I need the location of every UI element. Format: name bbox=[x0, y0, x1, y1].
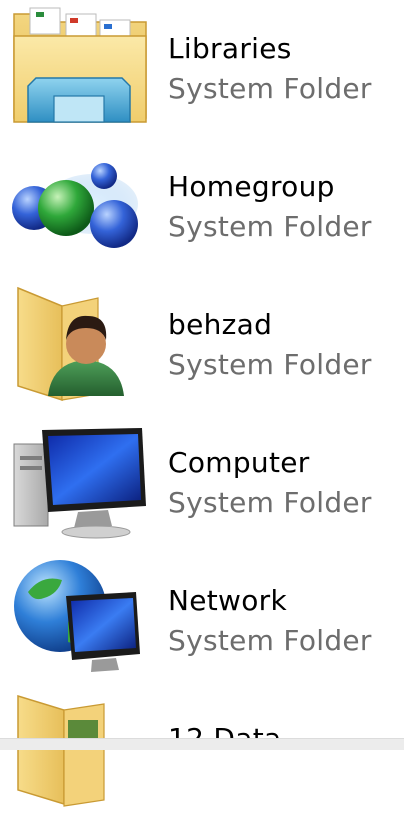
network-icon bbox=[8, 552, 156, 682]
item-name: Libraries bbox=[168, 32, 292, 65]
item-name: Computer bbox=[168, 446, 310, 479]
item-name: Homegroup bbox=[168, 170, 335, 203]
folder-list: Libraries System Folder Homegroup System… bbox=[0, 0, 404, 807]
item-type: System Folder bbox=[168, 624, 372, 657]
list-item-homegroup[interactable]: Homegroup System Folder bbox=[0, 138, 404, 276]
libraries-icon bbox=[8, 0, 156, 130]
item-type: System Folder bbox=[168, 72, 372, 105]
homegroup-icon bbox=[8, 138, 156, 268]
item-name: behzad bbox=[168, 308, 273, 341]
folder-icon bbox=[8, 690, 156, 820]
item-type: System Folder bbox=[168, 486, 372, 519]
list-item-computer[interactable]: Computer System Folder bbox=[0, 414, 404, 552]
item-type: System Folder bbox=[168, 348, 372, 381]
list-item-libraries[interactable]: Libraries System Folder bbox=[0, 0, 404, 138]
item-type: System Folder bbox=[168, 210, 372, 243]
computer-icon bbox=[8, 414, 156, 544]
horizontal-scrollbar[interactable] bbox=[0, 738, 404, 750]
item-name: Network bbox=[168, 584, 288, 617]
list-item-behzad[interactable]: behzad System Folder bbox=[0, 276, 404, 414]
list-item-network[interactable]: Network System Folder bbox=[0, 552, 404, 690]
list-item-12-data[interactable]: 12 Data bbox=[0, 690, 404, 828]
user-folder-icon bbox=[8, 276, 156, 406]
